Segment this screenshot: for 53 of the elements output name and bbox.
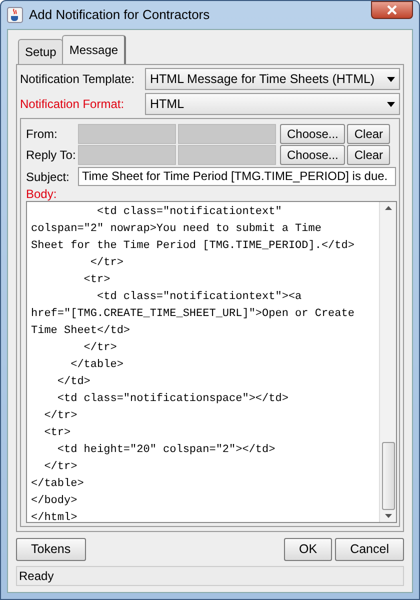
code-line: href="[TMG.CREATE_TIME_SHEET_URL]">Open or Create [31,307,356,322]
code-line: </tr> [43,409,78,424]
code-line: <tr> [82,273,112,288]
input-field[interactable] [78,144,176,164]
code-line: <td class="notificationtext"><a [96,290,303,305]
code-line: </table> [70,358,124,373]
choose-button[interactable]: Choose... [280,144,346,164]
field-label: Notification Template: [20,71,136,88]
code-line: colspan="2" nowrap>You need to submit a Time [31,222,322,237]
code-line: </tr> [82,341,118,356]
field-label: Notification Format: [20,96,126,113]
dropdown[interactable]: HTML Message for Time Sheets (HTML) [145,68,400,90]
ok-button[interactable]: OK [284,538,332,560]
close-button[interactable] [371,1,413,19]
code-line: </body> [31,494,78,509]
tokens-button[interactable]: Tokens [16,538,86,560]
scroll-down-icon[interactable] [384,514,392,518]
cup-icon[interactable] [7,7,23,23]
code-line: <td height="20" colspan="2"></td> [56,443,276,458]
code-line: Time Sheet</td> [31,324,132,339]
code-line: </html> [31,511,78,522]
code-line: </td> [56,375,92,390]
code-line: <td class="notificationspace"></td> [56,392,290,407]
scrollbar[interactable] [379,202,396,522]
code-line: <td class="notificationtext" [96,205,283,220]
field-label: Subject: [26,168,70,186]
dropdown[interactable]: HTML [145,93,400,115]
code-line: </tr> [89,256,124,271]
caret-icon [387,102,395,106]
tab[interactable]: Message [62,35,126,64]
body-editor[interactable] [26,201,397,523]
status-bar: Ready [16,566,404,586]
input-field[interactable] [178,124,276,144]
field-label: From: [26,126,58,142]
scroll-up-icon[interactable] [384,206,392,210]
caret-icon [387,76,395,82]
cancel-button[interactable]: Cancel [335,538,404,560]
tab[interactable]: Setup [18,39,64,64]
field-label: Body: [26,187,58,201]
close-icon [387,5,397,15]
subject-field[interactable]: Time Sheet for Time Period [TMG.TIME_PERIOD] is due. [78,167,396,186]
window-title: Add Notification for Contractors [29,6,210,24]
field-label: Reply To: [26,146,76,164]
input-field[interactable] [178,144,276,164]
code-line: </tr> [43,460,78,475]
scroll-thumb[interactable] [382,442,394,510]
clear-button[interactable]: Clear [347,144,390,164]
input-field[interactable] [78,124,176,144]
code-line: </table> [31,477,85,492]
clear-button[interactable]: Clear [347,124,390,144]
code-line: <tr> [43,426,72,441]
choose-button[interactable]: Choose... [280,124,346,144]
code-line: Sheet for the Time Period [TMG.TIME_PERIOD].</td> [31,239,356,254]
